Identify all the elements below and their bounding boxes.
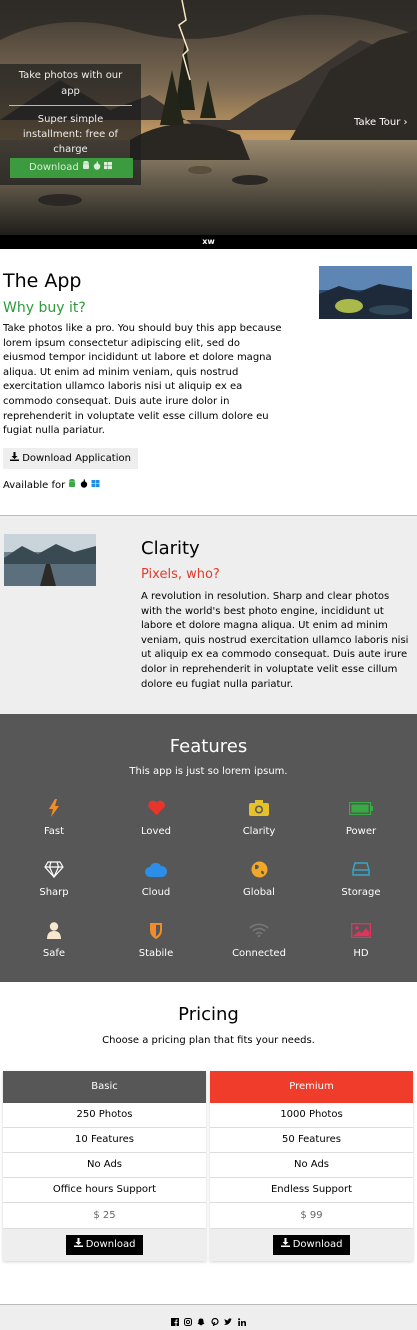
wifi-icon [249,923,269,937]
apple-icon [80,479,87,488]
brand-bar: xw [0,235,417,249]
plan-feature: No Ads [210,1153,413,1178]
clarity-lake-image [4,534,96,586]
snapchat-icon[interactable] [197,1318,205,1329]
pinterest-icon[interactable] [210,1317,219,1329]
clarity-title: Clarity [141,538,200,559]
feature-sharp: Sharp [2,859,106,898]
camera-icon [249,800,269,816]
feature-clarity: Clarity [207,798,311,837]
plan-feature: 250 Photos [3,1103,206,1128]
features-subtitle: This app is just so lorem ipsum. [129,766,288,777]
app-preview-image [319,266,412,319]
feature-label: Global [243,887,275,898]
heart-icon [147,800,165,816]
feature-label: Safe [42,948,66,959]
download-icon [73,1238,83,1247]
take-tour-link[interactable]: Take Tour › [354,117,408,128]
plan-download-label: Download [292,1239,343,1250]
apple-icon [93,161,100,170]
twitter-icon[interactable] [223,1318,233,1329]
plan-download-button[interactable]: Download [272,1235,351,1255]
instagram-icon[interactable] [184,1318,193,1329]
feature-hd: HD [309,920,413,959]
feature-label: Storage [341,887,381,898]
pricing-plan-basic: Basic 250 Photos 10 Features No Ads Offi… [3,1071,206,1261]
hero-banner: Take photos with our app Super simple in… [0,0,417,249]
android-icon [82,160,89,169]
feature-label: Loved [141,826,171,837]
features-title: Features [169,736,248,757]
plan-download-label: Download [85,1239,136,1250]
plan-name: Basic [3,1071,206,1103]
user-icon [47,921,61,939]
shield-icon [150,922,162,939]
plan-footer: Download [3,1229,206,1261]
pricing-title: Pricing [178,1004,239,1025]
feature-stabile: Stabile [104,920,208,959]
feature-power: Power [309,798,413,837]
plan-footer: Download [210,1229,413,1261]
feature-label: Connected [232,948,286,959]
android-icon [69,478,76,487]
download-icon [280,1238,290,1247]
feature-loved: Loved [104,798,208,837]
feature-label: HD [353,948,369,959]
available-for-row: Available for [3,478,100,491]
app-section-title: The App [3,270,82,292]
plan-feature: 10 Features [3,1128,206,1153]
features-section: Features This app is just so lorem ipsum… [0,714,417,982]
feature-label: Power [345,826,377,837]
plan-feature: Endless Support [210,1178,413,1203]
pricing-subtitle: Choose a pricing plan that fits your nee… [102,1035,315,1046]
app-section-subtitle: Why buy it? [3,300,86,316]
plan-feature: 50 Features [210,1128,413,1153]
hero-download-label: Download [29,162,79,173]
feature-fast: Fast [2,798,106,837]
feature-label: Clarity [242,826,276,837]
windows-icon [103,162,112,170]
facebook-icon[interactable] [171,1318,180,1329]
app-section-description: Take photos like a pro. You should buy t… [3,323,282,437]
plan-price: $ 99 [210,1203,413,1229]
available-for-label: Available for [3,480,66,491]
battery-icon [349,801,373,815]
feature-label: Fast [43,826,65,837]
hero-divider [9,105,132,106]
feature-storage: Storage [309,859,413,898]
clarity-section: Clarity Pixels, who? A revolution in res… [0,516,417,714]
feature-safe: Safe [2,920,106,959]
windows-icon [91,480,100,488]
image-icon [351,922,371,938]
feature-label: Sharp [39,887,69,898]
feature-global: Global [207,859,311,898]
plan-price: $ 25 [3,1203,206,1229]
plan-feature: No Ads [3,1153,206,1178]
linkedin-icon[interactable] [238,1318,246,1329]
download-icon [10,452,19,461]
download-application-label: Download Application [22,453,131,464]
globe-icon [251,861,267,877]
hero-download-button[interactable]: Download [10,158,133,178]
diamond-icon [44,860,64,878]
feature-connected: Connected [207,920,311,959]
hero-headline: Take photos with our app [18,70,123,97]
plan-download-button[interactable]: Download [65,1235,144,1255]
hero-tagline: Super simple installment: free of charge [22,114,119,155]
hdd-icon [352,862,370,876]
feature-cloud: Cloud [104,859,208,898]
bolt-icon [49,799,59,817]
feature-label: Stabile [138,948,174,959]
plan-feature: Office hours Support [3,1178,206,1203]
clarity-description: A revolution in resolution. Sharp and cl… [141,591,409,690]
footer [0,1304,417,1330]
pricing-plan-premium: Premium 1000 Photos 50 Features No Ads E… [210,1071,413,1261]
clarity-subtitle: Pixels, who? [141,567,220,582]
plan-name: Premium [210,1071,413,1103]
cloud-icon [145,862,167,877]
feature-label: Cloud [141,887,171,898]
download-application-button[interactable]: Download Application [3,448,138,469]
plan-feature: 1000 Photos [210,1103,413,1128]
